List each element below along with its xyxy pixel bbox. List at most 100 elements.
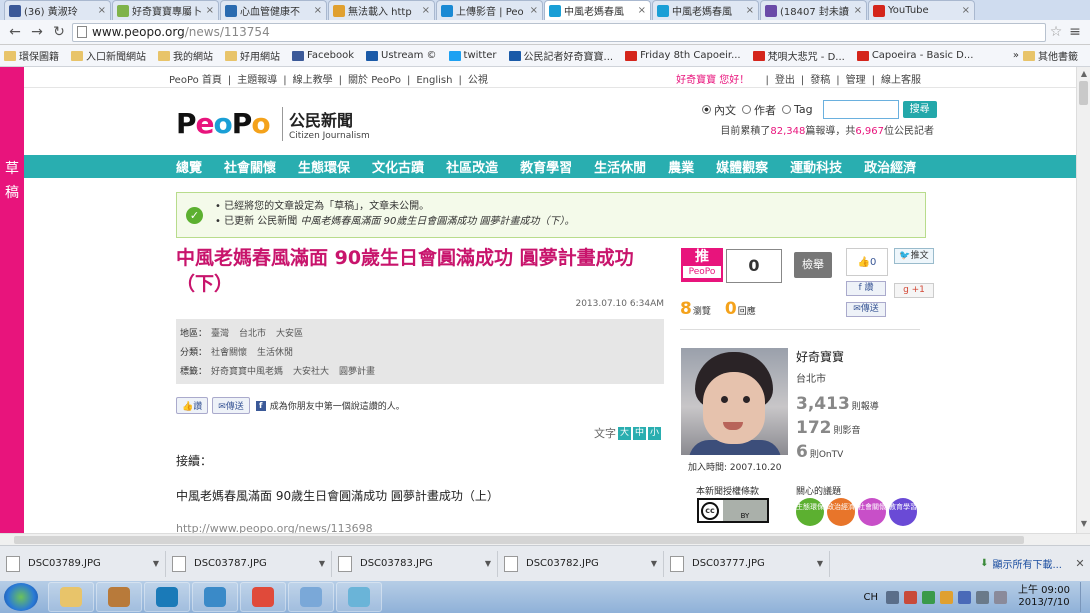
radio-content[interactable] [702, 105, 711, 114]
category-item-8[interactable]: 農業 [668, 157, 694, 176]
bookmark-6[interactable]: Ustream © [366, 50, 437, 61]
start-button[interactable] [4, 583, 38, 611]
author-videos[interactable]: 172 則影音 [796, 418, 861, 438]
category-item-11[interactable]: 政治經濟 [864, 157, 916, 176]
vertical-scroll-thumb[interactable] [1079, 81, 1088, 105]
network-icon[interactable] [976, 590, 989, 604]
text-size-medium[interactable]: 中 [633, 426, 646, 440]
tag-link[interactable]: 好奇寶寶中風老媽 [211, 367, 283, 377]
author-ontv[interactable]: 6 則OnTV [796, 442, 843, 462]
tab-close-icon[interactable]: × [530, 5, 538, 16]
tray-icon-1[interactable] [886, 590, 899, 604]
browser-tab-5[interactable]: 上傳影音 | Peo × [436, 0, 543, 20]
fb-send-button[interactable]: ✉傳送 [212, 397, 250, 414]
close-icon[interactable]: ✕ [1070, 557, 1090, 570]
tab-close-icon[interactable]: × [638, 5, 646, 16]
author-reports[interactable]: 3,413 則報導 [796, 394, 879, 414]
bookmark-7[interactable]: twitter [448, 50, 497, 61]
bookmark-4[interactable]: 好用網站 [225, 48, 280, 63]
chrome-app[interactable] [240, 582, 286, 612]
tab-close-icon[interactable]: × [746, 5, 754, 16]
ime-indicator[interactable]: CH [863, 592, 878, 603]
category-item-4[interactable]: 文化古蹟 [372, 157, 424, 176]
url-input[interactable]: www.peopo.org/news/113754 [72, 22, 1046, 42]
show-desktop-button[interactable] [1080, 582, 1090, 612]
tray-icon-2[interactable] [904, 590, 917, 604]
text-size-large[interactable]: 大 [618, 426, 631, 440]
userlink-4[interactable]: 發稿 [810, 75, 830, 86]
horizontal-scroll-thumb[interactable] [14, 536, 1024, 544]
scroll-up-icon[interactable]: ▲ [1077, 69, 1090, 78]
tab-close-icon[interactable]: × [314, 5, 322, 16]
download-item[interactable]: DSC03789.JPG ▼ [6, 550, 166, 577]
back-arrow-icon[interactable]: ← [6, 24, 24, 40]
tray-icon-5[interactable] [958, 590, 971, 604]
browser-tab-2[interactable]: 好奇寶寶專屬卜 × [112, 0, 219, 20]
location-link[interactable]: 臺灣 [211, 329, 229, 339]
category-item-9[interactable]: 媒體觀察 [716, 157, 768, 176]
forward-arrow-icon[interactable]: → [28, 24, 46, 40]
bookmark-5[interactable]: Facebook [292, 50, 354, 61]
bookmark-11[interactable]: Capoeira - Basic D... [856, 50, 973, 61]
bookmark-3[interactable]: 我的網站 [158, 48, 213, 63]
download-item[interactable]: DSC03782.JPG ▼ [504, 550, 664, 577]
tweet-button[interactable]: 🐦推文 [894, 248, 934, 264]
explorer-app[interactable] [48, 582, 94, 612]
clock[interactable]: 上午 09:00 2013/7/10 [1018, 585, 1070, 609]
chevron-down-icon[interactable]: ▼ [153, 559, 159, 568]
vertical-scrollbar[interactable]: ▲ ▼ [1076, 67, 1090, 533]
bookmark-1[interactable]: 環保圖籍 [4, 48, 59, 63]
tray-icon-4[interactable] [940, 590, 953, 604]
tab-close-icon[interactable]: × [854, 5, 862, 16]
avatar[interactable] [681, 348, 788, 455]
search-button[interactable]: 搜尋 [902, 101, 937, 118]
radio-tag[interactable] [782, 105, 791, 114]
category-item-5[interactable]: 社區改造 [446, 157, 498, 176]
topic-badge[interactable]: 生態環保 [796, 498, 824, 526]
toplink-7[interactable]: 關於 PeoPo [348, 75, 401, 86]
browser-tab-4[interactable]: 無法載入 http × [328, 0, 435, 20]
location-link[interactable]: 大安區 [276, 329, 303, 339]
browser-tab-8[interactable]: (18407 封未讀 × [760, 0, 867, 20]
media-app[interactable] [144, 582, 190, 612]
browser-tab-3[interactable]: 心血管健康不 × [220, 0, 327, 20]
chevron-down-icon[interactable]: ▼ [319, 559, 325, 568]
browser-tab-6[interactable]: 中風老媽春風 × [544, 0, 651, 20]
toplink-3[interactable]: 主題報導 [237, 75, 277, 86]
user-greeting[interactable]: 好奇寶寶 您好！ [676, 75, 749, 86]
bookmark-9[interactable]: Friday 8th Capoeir... [625, 50, 741, 61]
category-item-1[interactable]: 總覽 [176, 157, 202, 176]
reload-icon[interactable]: ↻ [50, 24, 68, 40]
userlink-6[interactable]: 管理 [846, 75, 866, 86]
menu-icon[interactable]: ≡ [1066, 24, 1084, 40]
browser-tab-1[interactable]: (36) 黃淑玲 × [4, 0, 111, 20]
bookmark-8[interactable]: 公民記者好奇寶寶... [508, 48, 613, 63]
chevron-down-icon[interactable]: ▼ [485, 559, 491, 568]
bookmarks-more-icon[interactable]: » [1013, 50, 1019, 61]
author-name[interactable]: 好奇寶寶 [796, 348, 844, 365]
category-link[interactable]: 生活休閒 [257, 348, 293, 358]
download-item[interactable]: DSC03787.JPG ▼ [172, 550, 332, 577]
toplink-9[interactable]: English [416, 75, 452, 86]
side-send-button[interactable]: ✉傳送 [846, 302, 886, 317]
bookmark-2[interactable]: 入口新聞網站 [71, 48, 146, 63]
tab-close-icon[interactable]: × [962, 5, 970, 16]
bookmark-10[interactable]: 梵唄大悲咒 - D... [752, 48, 845, 63]
body-link[interactable]: http://www.peopo.org/news/113698 [176, 522, 664, 533]
download-item[interactable]: DSC03783.JPG ▼ [338, 550, 498, 577]
category-item-6[interactable]: 教育學習 [520, 157, 572, 176]
toplink-5[interactable]: 線上教學 [293, 75, 333, 86]
topic-badge[interactable]: 教育學習 [889, 498, 917, 526]
cc-license-badge[interactable]: cc BY [697, 498, 769, 523]
toplink-1[interactable]: PeoPo 首頁 [169, 75, 222, 86]
chevron-down-icon[interactable]: ▼ [651, 559, 657, 568]
fb-like-button[interactable]: 👍讚 [176, 397, 209, 414]
tools-app[interactable] [96, 582, 142, 612]
location-link[interactable]: 台北市 [239, 329, 266, 339]
other-bookmarks[interactable]: 其他書籤 [1023, 48, 1078, 63]
tray-icon-3[interactable] [922, 590, 935, 604]
bookmark-star-icon[interactable]: ☆ [1046, 24, 1066, 40]
category-item-10[interactable]: 運動科技 [790, 157, 842, 176]
tab-close-icon[interactable]: × [422, 5, 430, 16]
toplink-11[interactable]: 公視 [468, 75, 488, 86]
